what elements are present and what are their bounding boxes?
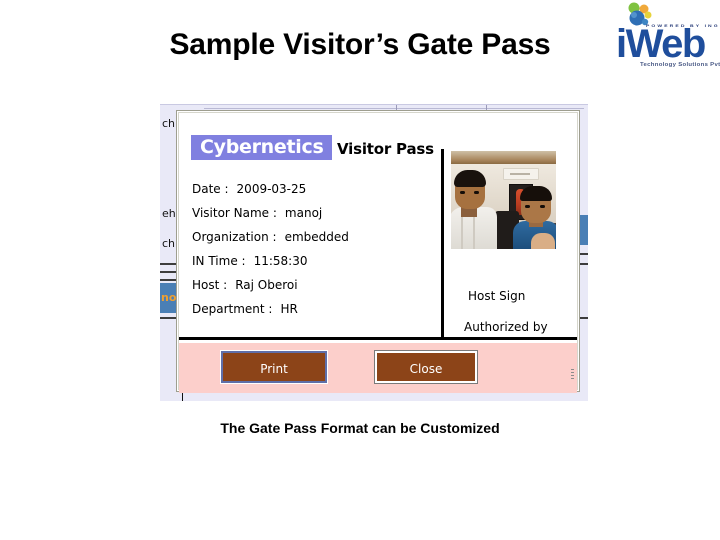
- pass-field-row: Host : Raj Oberoi: [192, 273, 442, 297]
- print-button[interactable]: Print: [220, 350, 328, 384]
- field-label: Organization :: [192, 230, 277, 244]
- company-name-badge: Cybernetics: [191, 135, 333, 160]
- wall-ac-unit-icon: [503, 168, 539, 180]
- field-value: Raj Oberoi: [235, 278, 298, 292]
- dialog-inner-frame: Cybernetics Visitor Pass Date : 2009-03-2…: [178, 112, 578, 393]
- backdrop-text-fragment: ch: [162, 117, 176, 130]
- host-sign-label: Host Sign: [468, 289, 526, 303]
- resize-grip[interactable]: [571, 369, 574, 381]
- visitor-photo: [451, 151, 556, 249]
- pass-vertical-divider: [441, 149, 444, 340]
- dialog-action-bar: Print Close: [179, 343, 577, 393]
- field-value: HR: [280, 302, 298, 316]
- backdrop-top-rule: [204, 108, 584, 109]
- field-value: 11:58:30: [253, 254, 308, 268]
- field-label: Host :: [192, 278, 228, 292]
- pass-field-row: IN Time : 11:58:30: [192, 249, 442, 273]
- logo-letter-i: i: [616, 22, 627, 66]
- visitor-pass-dialog: Cybernetics Visitor Pass Date : 2009-03-2…: [176, 110, 580, 393]
- field-label: Visitor Name :: [192, 206, 277, 220]
- authorized-by-label: Authorized by: [464, 320, 548, 334]
- field-label: IN Time :: [192, 254, 246, 268]
- logo-tagline-bottom: Technology Solutions Pvt Ltd: [640, 62, 720, 68]
- backdrop-chip-label: no: [161, 291, 177, 304]
- field-value: embedded: [284, 230, 349, 244]
- logo-wordmark: iWeb: [616, 22, 707, 66]
- close-button[interactable]: Close: [375, 351, 477, 383]
- slide-caption: The Gate Pass Format can be Customized: [220, 420, 500, 436]
- pass-field-row: Visitor Name : manoj: [192, 201, 442, 225]
- pass-body: Cybernetics Visitor Pass Date : 2009-03-2…: [179, 113, 577, 340]
- backdrop-text-fragment: eh: [162, 207, 176, 220]
- pass-field-row: Date : 2009-03-25: [192, 177, 442, 201]
- field-label: Department :: [192, 302, 273, 316]
- field-value: 2009-03-25: [236, 182, 307, 196]
- pass-field-row: Department : HR: [192, 297, 442, 321]
- backdrop-text-fragment: ch: [162, 237, 176, 250]
- iweb-logo: POWERED BY INGENUITY iWeb Technology Sol…: [600, 2, 720, 74]
- logo-letter-web: Web: [625, 22, 707, 66]
- pass-field-list: Date : 2009-03-25 Visitor Name : manoj Org…: [192, 177, 442, 321]
- pass-field-row: Organization : embedded: [192, 225, 442, 249]
- pass-type-heading: Visitor Pass: [337, 140, 434, 158]
- field-label: Date :: [192, 182, 229, 196]
- field-value: manoj: [284, 206, 323, 220]
